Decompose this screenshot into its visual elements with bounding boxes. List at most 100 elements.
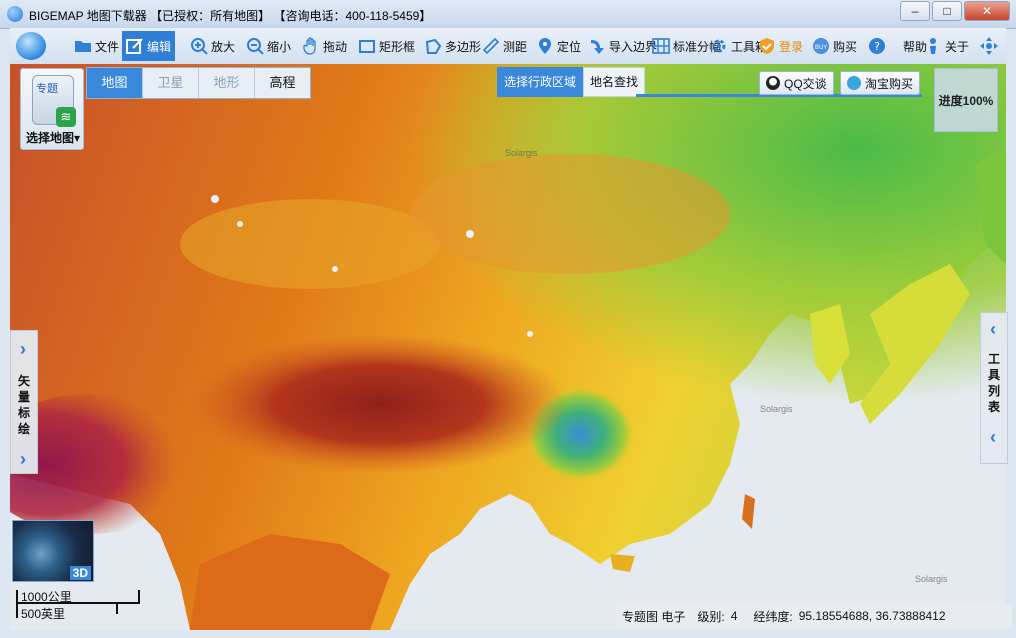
taobao-buy-button[interactable]: 淘宝购买 xyxy=(840,71,921,95)
tool-panel-label-2: 具 xyxy=(987,368,1000,382)
map-source-tabs: 地图 卫星 地形 高程 xyxy=(86,67,311,99)
gear-icon xyxy=(712,39,726,53)
import-boundary-button[interactable]: 导入边界 xyxy=(588,34,657,58)
qq-chat-button[interactable]: QQ交谈 xyxy=(759,71,834,95)
title-bar: BIGEMAP 地图下载器 【已授权：所有地图】 【咨询电话：400-118-5… xyxy=(0,0,1016,29)
hand-icon xyxy=(303,37,316,55)
login-shield-icon xyxy=(760,38,774,54)
map-type-label: 选择地图 xyxy=(25,131,74,145)
map-canvas[interactable]: Solargis Solargis Solargis xyxy=(10,64,1006,630)
about-button[interactable]: 关于 xyxy=(924,34,969,58)
zoom-in-button[interactable]: 放大 xyxy=(190,34,235,58)
scale-mi-label: 500英里 xyxy=(21,607,66,621)
rectangle-select-icon xyxy=(359,40,375,53)
map-watermark: Solargis xyxy=(505,148,538,158)
locate-button[interactable]: 定位 xyxy=(536,34,581,58)
expand-right-panel-icon[interactable]: ‹ xyxy=(985,319,1001,339)
vector-panel-label-2: 量 xyxy=(17,390,30,404)
help-button[interactable]: ? 帮助 xyxy=(868,34,927,58)
tab-elevation[interactable]: 高程 xyxy=(255,68,310,98)
login-button[interactable]: 登录 xyxy=(758,34,803,58)
buy-label: 购买 xyxy=(833,39,858,54)
file-label: 文件 xyxy=(95,39,120,54)
help-icon: ? xyxy=(869,38,885,54)
pan-button[interactable]: 拖动 xyxy=(302,34,347,58)
zoom-out-icon xyxy=(247,38,264,55)
locate-label: 定位 xyxy=(557,39,582,54)
scale-tick xyxy=(16,590,18,618)
zoom-out-button[interactable]: 缩小 xyxy=(246,34,291,58)
tool-list-panel[interactable]: ‹ 工 具 列 表 ‹ xyxy=(980,312,1008,464)
ruler-icon xyxy=(482,37,500,55)
import-boundary-label: 导入边界 xyxy=(609,39,658,54)
app-logo-icon xyxy=(7,6,23,22)
move-crosshair-icon[interactable] xyxy=(980,37,998,55)
buy-icon: BUY xyxy=(813,38,829,54)
qq-icon xyxy=(766,76,780,90)
grid-icon xyxy=(652,38,670,54)
thematic-map-icon: 专题 ≋ xyxy=(32,75,76,127)
edit-label: 编辑 xyxy=(147,39,172,54)
polygon-label: 多边形 xyxy=(445,39,482,54)
zoom-out-label: 缩小 xyxy=(267,39,292,54)
measure-button[interactable]: 测距 xyxy=(482,34,527,58)
taobao-buy-label: 淘宝购买 xyxy=(865,76,914,91)
window-title: BIGEMAP 地图下载器 【已授权：所有地图】 【咨询电话：400-118-5… xyxy=(29,9,432,23)
bigemap-logo-icon xyxy=(16,32,46,60)
measure-label: 测距 xyxy=(503,39,528,54)
tool-panel-label-3: 列 xyxy=(987,384,1000,398)
map-type-label-row: 选择地图▾ xyxy=(23,129,83,146)
status-level-value: 4 xyxy=(730,609,738,623)
expand-left-panel-icon[interactable]: › xyxy=(15,339,31,359)
pan-label: 拖动 xyxy=(323,39,348,54)
vector-panel-label-4: 绘 xyxy=(17,422,30,436)
taobao-icon xyxy=(847,76,861,90)
edit-icon xyxy=(126,38,143,54)
tool-panel-label-1: 工 xyxy=(987,352,1000,366)
status-level-label: 级别: xyxy=(697,609,725,624)
map-watermark: Solargis xyxy=(915,574,948,584)
map-type-selector[interactable]: 专题 ≋ 选择地图▾ xyxy=(20,68,84,150)
tab-map[interactable]: 地图 xyxy=(87,68,143,98)
tab-select-region[interactable]: 选择行政区域 xyxy=(497,67,584,97)
vector-panel-label-1: 矢 xyxy=(17,374,30,388)
maximize-button[interactable]: □ xyxy=(932,1,962,21)
polygon-icon xyxy=(425,38,442,54)
vector-drawing-panel[interactable]: › 矢 量 标 绘 › xyxy=(10,330,38,474)
svg-text:?: ? xyxy=(874,40,880,53)
tab-place-search[interactable]: 地名查找 xyxy=(583,67,646,97)
layers-icon: ≋ xyxy=(56,107,76,127)
download-progress: 进度100% xyxy=(934,68,998,132)
tab-terrain[interactable]: 地形 xyxy=(199,68,255,98)
rectangle-label: 矩形框 xyxy=(379,39,416,54)
file-button[interactable]: 文件 xyxy=(74,34,119,58)
status-bar: 专题图 电子 级别: 4 经纬度: 95.18554688, 36.738884… xyxy=(616,604,1012,628)
zoom-in-icon xyxy=(191,38,208,55)
buy-button[interactable]: BUY 购买 xyxy=(812,34,857,58)
import-arrow-icon xyxy=(591,40,604,54)
folder-icon xyxy=(75,41,91,52)
location-pin-icon xyxy=(539,38,551,54)
expand-right-panel-icon[interactable]: ‹ xyxy=(985,427,1001,447)
polygon-button[interactable]: 多边形 xyxy=(424,34,481,58)
zoom-in-label: 放大 xyxy=(211,39,236,54)
globe-3d-button[interactable]: 3D xyxy=(12,520,94,582)
search-tabs: 选择行政区域 地名查找 xyxy=(497,67,646,97)
close-button[interactable]: ✕ xyxy=(964,1,1010,21)
qq-chat-label: QQ交谈 xyxy=(784,76,827,91)
edit-button[interactable]: 编辑 xyxy=(122,31,176,61)
dropdown-arrow-icon: ▾ xyxy=(73,131,81,145)
expand-left-panel-icon[interactable]: › xyxy=(15,449,31,469)
svg-text:BUY: BUY xyxy=(815,44,828,51)
minimize-button[interactable]: – xyxy=(900,1,930,21)
rectangle-select-button[interactable]: 矩形框 xyxy=(358,34,415,58)
scale-km-label: 1000公里 xyxy=(21,590,72,604)
scale-bar: 1000公里 500英里 xyxy=(16,588,146,621)
status-coord-value: 95.18554688, 36.73888412 xyxy=(798,609,946,623)
tool-panel-label-4: 表 xyxy=(987,400,1000,414)
map-watermark: Solargis xyxy=(760,404,793,414)
about-icon xyxy=(930,38,936,54)
tab-satellite[interactable]: 卫星 xyxy=(143,68,199,98)
window-controls: – □ ✕ xyxy=(900,1,1010,21)
map-type-tag: 专题 xyxy=(36,83,58,95)
